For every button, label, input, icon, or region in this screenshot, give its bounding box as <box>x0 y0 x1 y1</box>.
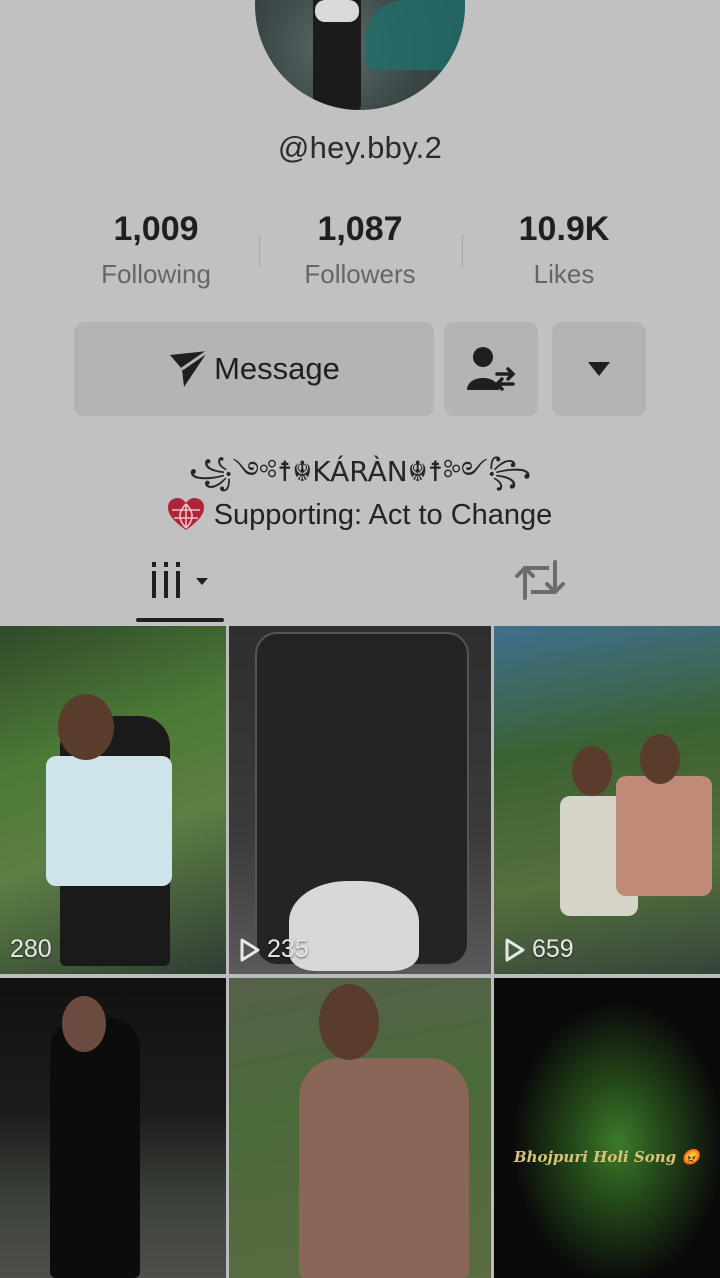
followers-label: Followers <box>304 259 416 289</box>
thumb-head <box>572 746 612 796</box>
tab-videos[interactable] <box>136 555 224 605</box>
paper-plane-icon <box>170 349 209 387</box>
thumb-shirt <box>46 756 172 886</box>
view-count: 280 <box>10 935 52 964</box>
view-count: 659 <box>504 935 574 964</box>
following-label: Following <box>101 259 211 289</box>
thumb-head <box>640 734 680 784</box>
likes-label: Likes <box>533 259 595 289</box>
stat-divider <box>462 235 463 267</box>
active-tab-indicator <box>136 618 224 622</box>
more-button[interactable] <box>552 322 646 416</box>
video-thumbnail[interactable] <box>0 978 226 1278</box>
stat-followers[interactable]: 1,087 Followers <box>260 210 460 290</box>
following-count: 1,009 <box>113 210 199 248</box>
stat-likes[interactable]: 10.9K Likes <box>464 210 664 290</box>
supporting-badge[interactable]: Supporting: Act to Change <box>0 498 720 532</box>
thumb-person <box>50 1018 140 1278</box>
followers-count: 1,087 <box>317 210 403 248</box>
video-thumbnail[interactable] <box>229 978 491 1278</box>
thumb-head <box>58 694 114 760</box>
video-thumbnail[interactable]: 659 <box>494 626 720 974</box>
likes-count: 10.9K <box>518 210 610 248</box>
user-swap-icon <box>467 347 516 391</box>
avatar-shirt <box>315 0 359 22</box>
message-label: Message <box>214 351 340 386</box>
video-grid: 280 235 659 Bhojpuri Holi Song 😡 <box>0 626 720 1278</box>
video-thumbnail[interactable]: Bhojpuri Holi Song 😡 <box>494 978 720 1278</box>
tab-reposts[interactable] <box>500 555 580 605</box>
thumb-head <box>319 984 379 1060</box>
video-thumbnail[interactable]: 280 <box>0 626 226 974</box>
view-count-text: 235 <box>267 935 309 963</box>
play-icon <box>240 938 260 961</box>
video-thumbnail[interactable]: 235 <box>229 626 491 974</box>
profile-header: @hey.bby.2 1,009 Following 1,087 Followe… <box>0 0 720 626</box>
message-button[interactable]: Message <box>74 322 434 416</box>
thumb-shirt <box>616 776 712 896</box>
song-caption: Bhojpuri Holi Song 😡 <box>513 1148 701 1166</box>
stat-following[interactable]: 1,009 Following <box>56 210 256 290</box>
profile-avatar[interactable] <box>255 0 465 110</box>
view-count-text: 659 <box>532 935 574 963</box>
heart-globe-icon <box>167 498 204 530</box>
caret-down-icon <box>588 362 610 376</box>
grid-lines-icon <box>152 562 208 598</box>
repost-icon <box>515 560 565 600</box>
view-count: 235 <box>239 935 309 964</box>
thumb-shirt <box>299 1058 469 1278</box>
avatar-motorbike <box>365 0 465 70</box>
supporting-text: Supporting: Act to Change <box>213 498 553 531</box>
username[interactable]: @hey.bby.2 <box>0 130 720 166</box>
view-count-text: 280 <box>10 935 52 963</box>
add-friend-button[interactable] <box>444 322 538 416</box>
thumb-head <box>62 996 106 1052</box>
play-icon <box>505 938 525 961</box>
